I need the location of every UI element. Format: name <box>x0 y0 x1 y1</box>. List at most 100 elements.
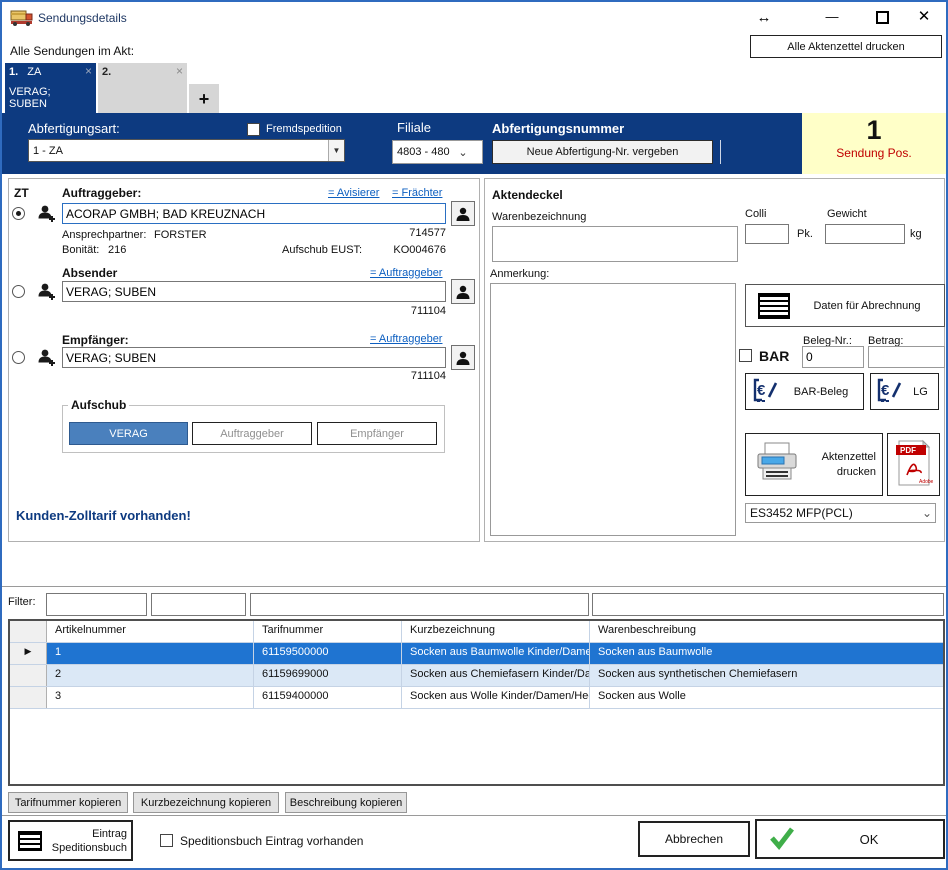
filter-input-artikelnummer[interactable] <box>46 593 147 616</box>
aufschub-verag-button[interactable]: VERAG <box>69 422 188 445</box>
cell-artikelnummer[interactable]: 3 <box>47 687 254 708</box>
bonitaet-value: 216 <box>108 244 126 256</box>
anmerkung-textarea[interactable] <box>490 283 736 536</box>
filiale-select[interactable]: 4803 - 480 ⌄ <box>392 140 483 164</box>
table-row[interactable]: 3 61159400000 Socken aus Wolle Kinder/Da… <box>10 687 943 709</box>
beleg-nr-input[interactable] <box>802 346 864 368</box>
cell-kurzbezeichnung[interactable]: Socken aus Baumwolle Kinder/Damen/Herren <box>402 643 590 664</box>
abfertigungsart-select[interactable]: 1 - ZA ▼ <box>28 139 345 162</box>
empfaenger-add-contact-icon[interactable] <box>36 347 58 372</box>
minimize-button[interactable]: — <box>818 4 846 28</box>
bar-checkbox[interactable] <box>739 349 752 362</box>
aufschub-empfaenger-button[interactable]: Empfänger <box>317 422 437 445</box>
absender-add-contact-icon[interactable] <box>36 281 58 306</box>
warenbezeichnung-label: Warenbezeichnung <box>492 211 586 223</box>
lg-button[interactable]: € LG <box>870 373 939 410</box>
add-contact-icon[interactable] <box>36 203 58 228</box>
auftraggeber-input[interactable] <box>62 203 446 224</box>
empfaenger-contact-button[interactable] <box>451 345 475 370</box>
tab1-close-icon[interactable]: × <box>85 64 92 78</box>
copy-kurzbezeichnung-button[interactable]: Kurzbezeichnung kopieren <box>133 792 279 813</box>
zolltarif-notice: Kunden-Zolltarif vorhanden! <box>16 508 191 523</box>
eintrag-speditionsbuch-button[interactable]: Eintrag Speditionsbuch <box>8 820 133 861</box>
printer-icon <box>754 441 800 488</box>
pdf-button[interactable]: PDF Adobe <box>887 433 940 496</box>
gewicht-input[interactable] <box>825 224 905 244</box>
cell-tarifnummer[interactable]: 61159500000 <box>254 643 402 664</box>
colli-input[interactable] <box>745 224 789 244</box>
empfaenger-radio[interactable] <box>12 351 25 364</box>
empfaenger-auftraggeber-link[interactable]: = Auftraggeber <box>370 333 442 345</box>
bar-beleg-button[interactable]: € BAR-Beleg <box>745 373 864 410</box>
absender-input[interactable] <box>62 281 446 302</box>
cell-warenbeschreibung[interactable]: Socken aus synthetischen Chemiefasern <box>590 665 943 686</box>
sendungsdetails-window: Sendungsdetails ↔ — ✕ Alle Aktenzettel d… <box>0 0 948 870</box>
cell-warenbeschreibung[interactable]: Socken aus Baumwolle <box>590 643 943 664</box>
copy-tarifnummer-button[interactable]: Tarifnummer kopieren <box>8 792 128 813</box>
copy-beschreibung-button[interactable]: Beschreibung kopieren <box>285 792 407 813</box>
table-header-tarifnummer[interactable]: Tarifnummer <box>254 621 402 642</box>
warenbezeichnung-textarea[interactable] <box>492 226 738 262</box>
fraechter-link[interactable]: = Frächter <box>392 187 442 199</box>
daten-abrechnung-button[interactable]: Daten für Abrechnung <box>745 284 945 327</box>
filter-input-tarifnummer[interactable] <box>151 593 246 616</box>
print-all-aktenzettel-button[interactable]: Alle Aktenzettel drucken <box>750 35 942 58</box>
sendung-pos-label: Sendung Pos. <box>802 146 946 160</box>
betrag-input[interactable] <box>868 346 945 368</box>
zt-label: ZT <box>14 186 29 200</box>
table-header-artikelnummer[interactable]: Artikelnummer <box>47 621 254 642</box>
document-lines-icon <box>758 293 790 319</box>
eintrag-label-line2: Speditionsbuch <box>52 842 127 854</box>
aktenzettel-drucken-button[interactable]: Aktenzettel drucken <box>745 433 883 496</box>
speditionsbuch-checkbox[interactable] <box>160 834 173 847</box>
aufschub-auftraggeber-button[interactable]: Auftraggeber <box>192 422 312 445</box>
cell-kurzbezeichnung[interactable]: Socken aus Chemiefasern Kinder/Damen/Hee… <box>402 665 590 686</box>
person-icon <box>455 206 471 222</box>
cell-tarifnummer[interactable]: 61159699000 <box>254 665 402 686</box>
table-row[interactable]: ▶ 1 61159500000 Socken aus Baumwolle Kin… <box>10 643 943 665</box>
neue-abfertigungsnummer-button[interactable]: Neue Abfertigung-Nr. vergeben <box>492 140 713 164</box>
filter-input-kurzbezeichnung[interactable] <box>250 593 589 616</box>
ok-button[interactable]: OK <box>755 819 945 859</box>
resize-icon[interactable]: ↔ <box>752 6 776 28</box>
tab1-line3: SUBEN <box>9 98 92 110</box>
add-shipment-tab-button[interactable]: + <box>189 84 219 114</box>
cell-warenbeschreibung[interactable]: Socken aus Wolle <box>590 687 943 708</box>
filiale-chevron-icon[interactable]: ⌄ <box>455 141 471 163</box>
abbrechen-button[interactable]: Abbrechen <box>638 821 750 857</box>
tab1-line2: VERAG; <box>9 86 92 98</box>
cell-artikelnummer[interactable]: 1 <box>47 643 254 664</box>
tab-shipment-1[interactable]: 1. ZA × VERAG; SUBEN <box>5 63 96 114</box>
tab-shipment-2[interactable]: 2. × <box>98 63 187 114</box>
dropdown-arrow-icon[interactable]: ▼ <box>328 140 344 161</box>
empfaenger-input[interactable] <box>62 347 446 368</box>
auftraggeber-contact-button[interactable] <box>451 201 475 226</box>
toolbar-divider <box>720 140 721 164</box>
filter-label: Filter: <box>8 596 36 608</box>
person-icon <box>455 284 471 300</box>
aktenzettel-label-line2: drucken <box>837 466 876 478</box>
abfertigungsart-value: 1 - ZA <box>29 145 328 157</box>
filter-input-warenbeschreibung[interactable] <box>592 593 944 616</box>
absender-contact-button[interactable] <box>451 279 475 304</box>
printer-select[interactable]: ES3452 MFP(PCL) ⌄ <box>745 503 936 523</box>
table-header-kurzbezeichnung[interactable]: Kurzbezeichnung <box>402 621 590 642</box>
empfaenger-label: Empfänger: <box>62 333 129 347</box>
bar-beleg-label: BAR-Beleg <box>779 386 863 398</box>
close-button[interactable]: ✕ <box>910 4 938 28</box>
cell-kurzbezeichnung[interactable]: Socken aus Wolle Kinder/Damen/Heeren <box>402 687 590 708</box>
cell-artikelnummer[interactable]: 2 <box>47 665 254 686</box>
maximize-button[interactable] <box>870 6 894 28</box>
table-header-warenbeschreibung[interactable]: Warenbeschreibung <box>590 621 943 642</box>
document-lines-icon <box>18 831 42 851</box>
table-row[interactable]: 2 61159699000 Socken aus Chemiefasern Ki… <box>10 665 943 687</box>
auftraggeber-radio[interactable] <box>12 207 25 220</box>
absender-auftraggeber-link[interactable]: = Auftraggeber <box>370 267 442 279</box>
absender-radio[interactable] <box>12 285 25 298</box>
cell-tarifnummer[interactable]: 61159400000 <box>254 687 402 708</box>
window-title: Sendungsdetails <box>38 11 127 25</box>
tab2-close-icon[interactable]: × <box>176 64 183 78</box>
avisierer-link[interactable]: = Avisierer <box>328 187 379 199</box>
fremdspedition-checkbox[interactable] <box>247 123 260 136</box>
printer-chevron-icon[interactable]: ⌄ <box>919 504 935 522</box>
